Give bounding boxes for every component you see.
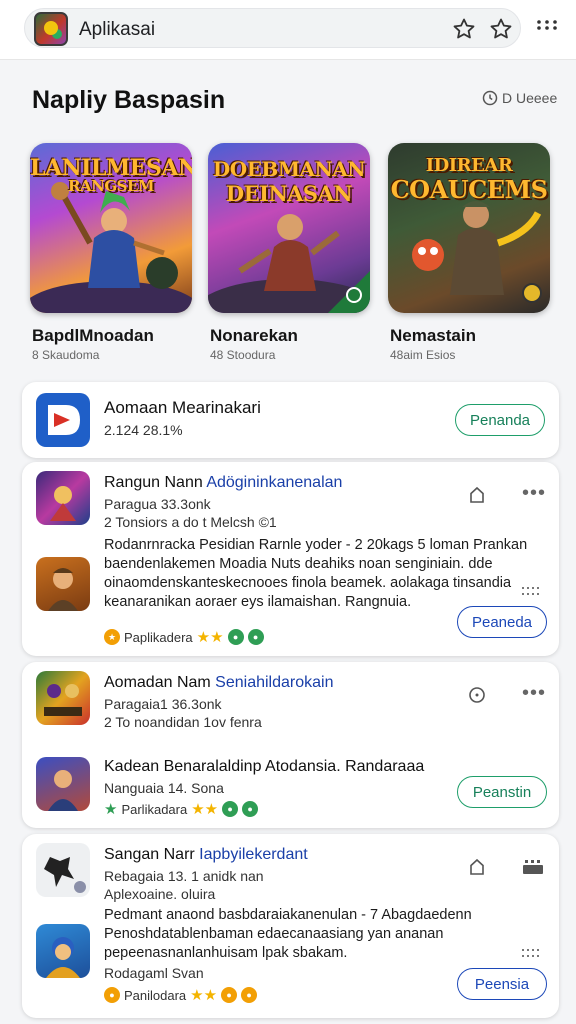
rating-label: Panilodara bbox=[124, 987, 187, 1003]
badge-icon: ● bbox=[247, 629, 264, 645]
tile-art-subtitle: RANGSEM bbox=[68, 177, 155, 195]
tile-art-title: IDIREAR bbox=[425, 155, 513, 176]
game-icon[interactable] bbox=[36, 924, 90, 978]
top-bar: Aplikasai bbox=[0, 0, 576, 60]
card-title-primary: Rangun Nann bbox=[104, 474, 203, 491]
grid-icon[interactable] bbox=[522, 586, 544, 598]
card-title-accent: Adögininkanenalan bbox=[206, 474, 343, 491]
badge-icon: ● bbox=[221, 987, 238, 1003]
search-text[interactable]: Aplikasai bbox=[79, 19, 155, 41]
card-title-primary: Aomadan Nam bbox=[104, 674, 211, 691]
game-icon[interactable] bbox=[36, 671, 90, 725]
card-title-primary: Sangan Narr bbox=[104, 846, 195, 863]
tile-name[interactable]: BapdlMnoadan bbox=[32, 326, 154, 346]
star-icon: ★★ bbox=[190, 987, 218, 1004]
card-title-accent: Iapbyilekerdant bbox=[199, 846, 308, 863]
app-row-card[interactable]: Aomaan Mearinakari 2.124 28.1% Penanda bbox=[22, 382, 559, 458]
card-description: Kadean Benaralaldinp Atodansia. Randaraa… bbox=[104, 758, 425, 775]
badge-icon: ● bbox=[241, 987, 258, 1003]
tile-subtitle: 8 Skaudoma bbox=[32, 348, 100, 362]
card-action-button[interactable]: Peanstin bbox=[457, 776, 547, 808]
tile-art-subtitle: DEINASAN bbox=[225, 181, 353, 206]
badge-icon: ● bbox=[242, 801, 259, 817]
card-description: Rodanrnracka Pesidian Rarnle yoder - 2 2… bbox=[104, 537, 528, 610]
card-subtitle: Nanguaia 14. Sona bbox=[104, 780, 224, 796]
featured-tile[interactable]: IDIREAR COAUCEMS bbox=[388, 143, 550, 313]
game-icon[interactable] bbox=[36, 843, 90, 897]
card-subtitle: Paragaia1 36.3onk bbox=[104, 696, 222, 712]
card-subtitle: Aplexoaine. oluira bbox=[104, 886, 216, 902]
rating-label: Parlikadara bbox=[121, 801, 188, 817]
tile-subtitle: 48 Stoodura bbox=[210, 348, 276, 362]
more-menu-icon[interactable] bbox=[536, 18, 560, 40]
game-icon[interactable] bbox=[36, 757, 90, 811]
rating-label: Paplikadera bbox=[124, 629, 193, 645]
app-action-button[interactable]: Penanda bbox=[455, 404, 545, 436]
star-icon: ★★ bbox=[196, 629, 224, 646]
grid-icon[interactable] bbox=[522, 948, 544, 960]
overflow-menu-icon[interactable]: ••• bbox=[522, 683, 546, 703]
card-subtitle: Paragua 33.3onk bbox=[104, 496, 211, 512]
app-subtitle: 2.124 28.1% bbox=[104, 422, 183, 438]
grid-icon[interactable] bbox=[522, 856, 544, 878]
tile-art-subtitle: COAUCEMS bbox=[390, 175, 548, 204]
app-title: Aomaan Mearinakari bbox=[104, 398, 261, 417]
overflow-menu-icon[interactable]: ••• bbox=[522, 483, 546, 503]
card-description: Pedmant anaond basbdaraiakanenulan - 7 A… bbox=[104, 907, 472, 961]
badge-icon: ★ bbox=[104, 629, 120, 645]
app-card: Rangun Nann Adögininkanenalan Paragua 33… bbox=[22, 462, 559, 656]
card-subtitle: Rebagaia 13. 1 anidk nan bbox=[104, 868, 264, 884]
star-outline-icon[interactable] bbox=[450, 15, 478, 43]
card-action-button[interactable]: Peensia bbox=[457, 968, 547, 1000]
badge-icon: ● bbox=[104, 987, 120, 1003]
section-more-link[interactable]: D Ueeee bbox=[482, 90, 557, 106]
card-subtitle: Rodagaml Svan bbox=[104, 965, 204, 981]
tile-name[interactable]: Nemastain bbox=[390, 326, 476, 346]
home-outline-icon[interactable] bbox=[466, 856, 488, 878]
badge-icon: ★ bbox=[104, 801, 118, 818]
card-title[interactable]: Aomadan Nam Seniahildarokain bbox=[104, 674, 333, 692]
app-logo-icon bbox=[34, 12, 68, 46]
featured-tile[interactable]: DOEBMANAN DEINASAN bbox=[208, 143, 370, 313]
badge-icon: ● bbox=[227, 629, 244, 645]
star-outline-icon[interactable] bbox=[487, 15, 515, 43]
tile-name[interactable]: Nonarekan bbox=[210, 326, 298, 346]
app-icon bbox=[36, 393, 90, 447]
card-title-accent: Seniahildarokain bbox=[215, 674, 334, 691]
featured-tile[interactable]: LANILMESAN RANGSEM bbox=[30, 143, 192, 313]
section-title: Napliy Baspasin bbox=[32, 86, 226, 114]
rating-row: ★ Paplikadera ★★ ● ● bbox=[104, 628, 264, 646]
app-card: Sangan Narr Iapbyilekerdant Rebagaia 13.… bbox=[22, 834, 559, 1018]
game-icon[interactable] bbox=[36, 471, 90, 525]
clock-icon bbox=[482, 90, 498, 106]
card-title[interactable]: Rangun Nann Adögininkanenalan bbox=[104, 474, 342, 492]
card-action-button[interactable]: Peaneda bbox=[457, 606, 547, 638]
badge-icon: ● bbox=[222, 801, 239, 817]
tile-subtitle: 48aim Esios bbox=[390, 348, 456, 362]
card-subtitle: 2 To noandidan 1ov fenra bbox=[104, 714, 262, 730]
card-subtitle: 2 Tonsiors a do t Melcsh ©1 bbox=[104, 514, 277, 530]
tile-art-title: DOEBMANAN bbox=[212, 157, 366, 181]
game-icon[interactable] bbox=[36, 557, 90, 611]
clock-outline-icon[interactable] bbox=[466, 684, 488, 706]
card-title[interactable]: Sangan Narr Iapbyilekerdant bbox=[104, 846, 308, 864]
rating-row: ● Panilodara ★★ ● ● bbox=[104, 986, 258, 1004]
section-more-label: D Ueeee bbox=[502, 90, 558, 106]
home-outline-icon[interactable] bbox=[466, 484, 488, 506]
rating-row: ★ Parlikadara ★★ ● ● bbox=[104, 800, 259, 818]
search-bar[interactable]: Aplikasai bbox=[24, 8, 521, 48]
star-icon: ★★ bbox=[191, 801, 219, 818]
app-card: Aomadan Nam Seniahildarokain Paragaia1 3… bbox=[22, 662, 559, 828]
